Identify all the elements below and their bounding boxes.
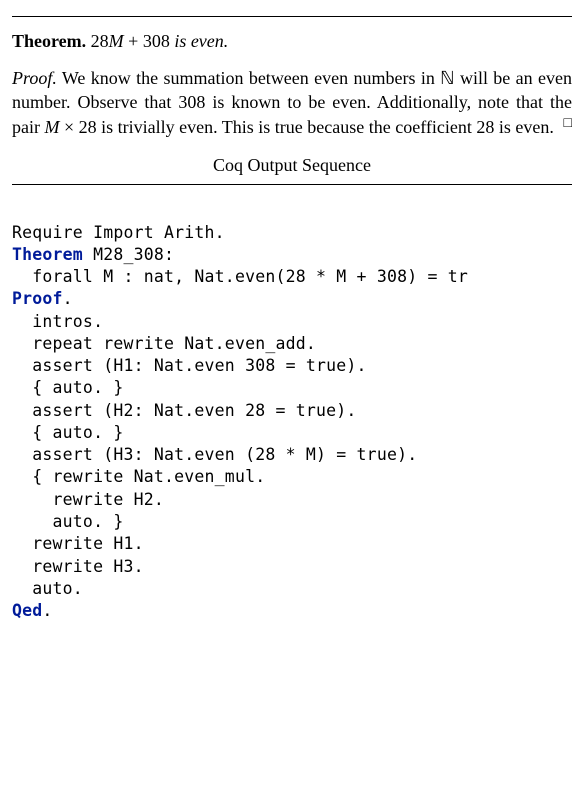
coq-section-title: Coq Output Sequence <box>12 153 572 178</box>
theorem-statement: is even. <box>170 31 228 51</box>
code-line: assert (H2: Nat.even 28 = true). <box>12 401 357 420</box>
code-line: rewrite H2. <box>12 490 164 509</box>
code-line: auto. <box>12 579 83 598</box>
code-line: forall M : nat, Nat.even(28 * M + 308) =… <box>12 267 468 286</box>
proof-label: Proof. <box>12 68 57 88</box>
proof-block: Proof. We know the summation between eve… <box>12 66 572 139</box>
qed-symbol: □ <box>564 115 572 134</box>
coq-keyword-theorem: Theorem <box>12 245 83 264</box>
code-line: intros. <box>12 312 103 331</box>
code-line: repeat rewrite Nat.even_add. <box>12 334 316 353</box>
code-line: auto. } <box>12 512 123 531</box>
theorem-block: Theorem. 28M + 308 is even. <box>12 29 572 54</box>
proof-body: We know the summation between even numbe… <box>12 68 572 137</box>
code-line: { auto. } <box>12 423 123 442</box>
code-line: assert (H1: Nat.even 308 = true). <box>12 356 367 375</box>
coq-keyword-qed: Qed <box>12 601 42 620</box>
code-line: . <box>42 601 52 620</box>
code-line: { rewrite Nat.even_mul. <box>12 467 265 486</box>
coq-code-block: Require Import Arith. Theorem M28_308: f… <box>12 199 572 622</box>
mid-rule <box>12 184 572 185</box>
code-line: rewrite H1. <box>12 534 144 553</box>
code-line: { auto. } <box>12 378 123 397</box>
code-line: rewrite H3. <box>12 557 144 576</box>
theorem-expression: 28M + 308 <box>91 31 170 51</box>
theorem-label: Theorem. <box>12 31 86 51</box>
code-line: . <box>63 289 73 308</box>
code-line: M28_308: <box>83 245 174 264</box>
top-rule <box>12 16 572 17</box>
code-line: Require Import Arith. <box>12 223 225 242</box>
coq-keyword-proof: Proof <box>12 289 63 308</box>
code-line: assert (H3: Nat.even (28 * M) = true). <box>12 445 417 464</box>
